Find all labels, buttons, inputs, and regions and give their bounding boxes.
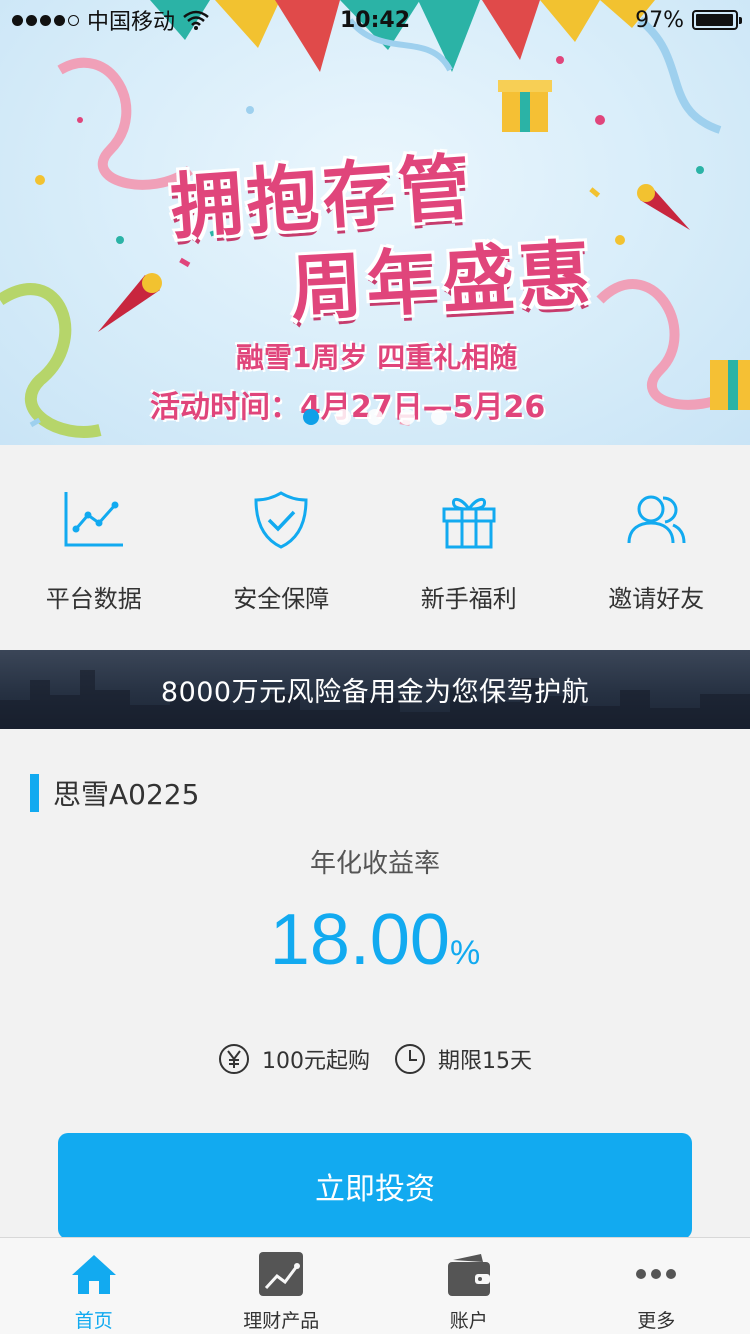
tab-label: 账户	[449, 1310, 488, 1332]
page-dot-3[interactable]	[367, 409, 383, 425]
trend-icon	[259, 1252, 304, 1296]
signal-icon	[12, 14, 79, 26]
carrier-name: 中国移动	[87, 10, 176, 35]
entry-label: 邀请好友	[608, 585, 705, 613]
product-title: 思雪A0225	[30, 773, 199, 813]
tab-label: 理财产品	[243, 1310, 320, 1332]
page-dot-5[interactable]	[431, 409, 447, 425]
yuan-icon	[219, 1044, 249, 1074]
page-dot-4[interactable]	[399, 409, 415, 425]
annual-rate: 18.00%	[0, 899, 750, 981]
product-card[interactable]: 思雪A0225 年化收益率 18.00% 100元起购 期限15天 立即投资	[0, 729, 750, 1239]
banner-pagination[interactable]	[303, 409, 447, 425]
tab-products[interactable]: 理财产品	[188, 1238, 376, 1334]
banner-subtitle: 融雪1周岁 四重礼相随	[236, 341, 518, 374]
entry-security[interactable]: 安全保障	[188, 445, 376, 650]
quick-entry-grid: 平台数据 安全保障 新手福利 邀请好友	[0, 445, 750, 650]
entry-label: 新手福利	[420, 585, 517, 613]
min-purchase-text: 100元起购	[262, 1049, 370, 1074]
tab-label: 首页	[74, 1310, 113, 1332]
tab-more[interactable]: 更多	[563, 1238, 750, 1334]
page-dot-1[interactable]	[303, 409, 319, 425]
banner-title-line2: 周年盛惠	[288, 231, 597, 331]
rate-label: 年化收益率	[309, 849, 440, 879]
product-meta: 100元起购 期限15天	[0, 1043, 750, 1075]
home-icon	[71, 1255, 116, 1294]
invest-now-button[interactable]: 立即投资	[58, 1133, 692, 1239]
more-icon	[636, 1269, 677, 1279]
tab-label: 更多	[637, 1310, 676, 1332]
rate-unit: %	[449, 934, 481, 972]
shield-icon	[254, 491, 308, 549]
battery-percent: 97%	[635, 7, 684, 33]
min-purchase: 100元起购	[218, 1043, 370, 1075]
chart-icon	[64, 492, 123, 547]
entry-invite-friends[interactable]: 邀请好友	[563, 445, 750, 650]
notice-text: 8000万元风险备用金为您保驾护航	[160, 677, 590, 708]
bottom-tab-bar: 首页 理财产品 账户 更多	[0, 1237, 750, 1334]
title-accent-bar	[30, 774, 39, 812]
status-bar: 中国移动 10:42 97%	[0, 0, 750, 40]
entry-newbie-bonus[interactable]: 新手福利	[375, 445, 563, 650]
clock-icon	[395, 1044, 425, 1074]
page-dot-2[interactable]	[335, 409, 351, 425]
entry-platform-data[interactable]: 平台数据	[0, 445, 188, 650]
term: 期限15天	[394, 1043, 532, 1075]
battery-icon	[692, 10, 742, 30]
friends-icon	[627, 495, 686, 544]
entry-label: 安全保障	[233, 585, 330, 613]
risk-reserve-banner[interactable]: 8000万元风险备用金为您保驾护航	[0, 650, 750, 729]
term-text: 期限15天	[438, 1049, 532, 1074]
rate-value: 18.00	[269, 900, 450, 980]
wifi-icon	[183, 10, 209, 30]
tab-account[interactable]: 账户	[375, 1238, 563, 1334]
gift-icon	[442, 498, 496, 549]
wallet-icon	[447, 1254, 490, 1296]
tab-home[interactable]: 首页	[0, 1238, 188, 1334]
entry-label: 平台数据	[45, 585, 142, 613]
product-name: 思雪A0225	[53, 778, 200, 811]
promo-banner[interactable]: 拥抱存管 周年盛惠 融雪1周岁 四重礼相随 活动时间：4月27日—5月26	[0, 0, 750, 445]
